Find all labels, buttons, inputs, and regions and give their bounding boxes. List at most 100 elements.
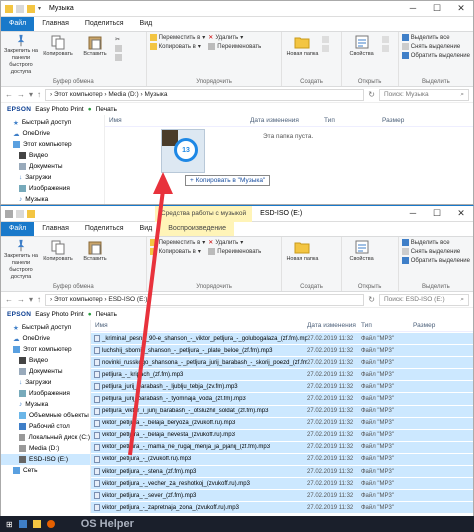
up-arrow-icon[interactable]: ↑	[37, 90, 41, 99]
search-input[interactable]: Поиск: Музыка ⌕	[379, 88, 469, 101]
copy-path-button[interactable]	[115, 45, 122, 52]
nav-onedrive[interactable]: ☁ OneDrive	[1, 128, 104, 139]
nav-pictures[interactable]: Изображения	[1, 183, 104, 194]
file-row[interactable]: viktor_petljura_-_belaja_beryoza_(zvukof…	[91, 416, 473, 429]
delete-button[interactable]: ✕ Удалить ▾	[208, 34, 261, 42]
forward-arrow-icon[interactable]: →	[17, 90, 25, 99]
tab-view[interactable]: Вид	[132, 222, 161, 236]
nav-quick-access[interactable]: ★ Быстрый доступ	[1, 322, 90, 333]
paste-button[interactable]: Вставить	[78, 34, 112, 76]
move-to-button[interactable]: Переместить в ▾	[149, 34, 205, 41]
maximize-button[interactable]: ☐	[425, 3, 449, 14]
rename-button[interactable]: Переименовать	[208, 248, 261, 255]
nav-documents[interactable]: Документы	[1, 161, 104, 172]
file-row[interactable]: petljura_jurij_barabash_-_ljublju_tebja_…	[91, 380, 473, 393]
taskbar-edge-icon[interactable]	[18, 520, 27, 528]
taskbar-firefox-icon[interactable]	[46, 520, 55, 528]
copy-button[interactable]: Копировать	[41, 34, 75, 76]
file-row[interactable]: _kriminal_pesne_90-e_shanson_-_viktor_pe…	[91, 332, 473, 345]
print-button[interactable]: Печать	[96, 106, 117, 113]
copy-to-button[interactable]: Копировать в ▾	[149, 43, 206, 50]
refresh-icon[interactable]: ↻	[368, 90, 375, 99]
tab-file[interactable]: Файл	[1, 222, 35, 236]
nav-quick-access[interactable]: ★ Быстрый доступ	[1, 117, 104, 128]
address-bar[interactable]: › Этот компьютер › ESD-ISO (E:)	[45, 293, 365, 306]
recent-chevron-icon[interactable]: ▾	[29, 90, 33, 99]
title-bar[interactable]: Средства работы с музыкой ESD-ISO (E:) ─…	[1, 206, 473, 222]
new-folder-button[interactable]: Новая папка	[285, 34, 319, 76]
file-row[interactable]: viktor_petljura_-_(zvukoff.ru).mp3 27.02.…	[91, 452, 473, 466]
close-button[interactable]: ✕	[449, 208, 473, 219]
edit-button[interactable]	[381, 45, 389, 52]
new-folder-button[interactable]: Новая папка	[285, 239, 319, 281]
close-button[interactable]: ✕	[449, 3, 473, 14]
new-item-button[interactable]	[322, 36, 330, 43]
title-bar[interactable]: ▾ Музыка ─ ☐ ✕	[1, 1, 473, 17]
easy-access-button[interactable]	[322, 45, 330, 52]
copy-button[interactable]: Копировать	[41, 239, 75, 281]
nav-drive-c[interactable]: Локальный диск (C:)	[1, 432, 90, 443]
delete-button[interactable]: ✕ Удалить ▾	[208, 239, 261, 247]
col-name[interactable]: Имя	[105, 117, 250, 124]
recent-chevron-icon[interactable]: ▾	[29, 295, 33, 304]
taskbar-explorer-icon[interactable]	[32, 520, 41, 528]
col-size[interactable]: Размер	[413, 322, 435, 329]
back-arrow-icon[interactable]: ←	[5, 295, 13, 304]
nav-network[interactable]: Сеть	[1, 465, 90, 476]
tab-share[interactable]: Поделиться	[77, 17, 132, 31]
col-date[interactable]: Дата изменения	[307, 322, 361, 329]
tab-home[interactable]: Главная	[34, 222, 77, 236]
maximize-button[interactable]: ☐	[425, 208, 449, 219]
col-type[interactable]: Тип	[324, 117, 382, 124]
minimize-button[interactable]: ─	[401, 3, 425, 14]
col-date[interactable]: Дата изменения	[250, 117, 324, 124]
forward-arrow-icon[interactable]: →	[17, 295, 25, 304]
tab-home[interactable]: Главная	[34, 17, 77, 31]
invert-selection-button[interactable]: Обратить выделение	[401, 257, 470, 264]
open-button[interactable]	[381, 36, 389, 43]
nav-pictures[interactable]: Изображения	[1, 388, 90, 399]
rename-button[interactable]: Переименовать	[208, 43, 261, 50]
select-all-button[interactable]: Выделить все	[401, 239, 470, 246]
file-row[interactable]: viktor_petljura_-_belaja_nevesta_(zvukof…	[91, 428, 473, 441]
file-row[interactable]: viktor_petljura_-_zapretnaja_zona_(zvuko…	[91, 501, 473, 514]
new-folder-icon[interactable]	[27, 4, 35, 13]
nav-this-pc[interactable]: Этот компьютер	[1, 139, 104, 150]
nav-downloads[interactable]: ↓ Загрузки	[1, 172, 104, 183]
properties-button[interactable]: Свойства	[345, 34, 379, 76]
search-input[interactable]: Поиск: ESD-ISO (E:) ⌕	[379, 293, 469, 306]
file-row[interactable]: petljura_-_kripach_(zf.fm).mp3 27.02.2019…	[91, 368, 473, 381]
nav-music[interactable]: ♪ Музыка	[1, 399, 90, 410]
file-row[interactable]: viktor_petljura_-_mama_ne_rugaj_menja_ja…	[91, 440, 473, 453]
move-to-button[interactable]: Переместить в ▾	[149, 239, 205, 246]
pin-button[interactable]: Закрепить на панели быстрого доступа	[4, 34, 38, 76]
nav-drive-e[interactable]: ESD-ISO (E:)	[1, 454, 90, 465]
properties-icon[interactable]	[16, 209, 24, 218]
nav-videos[interactable]: Видео	[1, 150, 104, 161]
file-row[interactable]: viktor_petljura_-_stena_(zf.fm).mp3 27.02…	[91, 465, 473, 478]
up-arrow-icon[interactable]: ↑	[37, 295, 41, 304]
tab-playback[interactable]: Воспроизведение	[160, 222, 234, 236]
properties-button[interactable]: Свойства	[345, 239, 379, 281]
properties-icon[interactable]	[16, 4, 24, 13]
invert-selection-button[interactable]: Обратить выделение	[401, 52, 470, 59]
nav-desktop[interactable]: Рабочий стол	[1, 421, 90, 432]
select-all-button[interactable]: Выделить все	[401, 34, 470, 41]
file-row[interactable]: viktor_petljura_-_vecher_za_reshotkoj_(z…	[91, 477, 473, 490]
file-row[interactable]: luchshij_sbornik_shanson_-_petljura_-_pl…	[91, 344, 473, 357]
col-name[interactable]: Имя	[91, 322, 307, 329]
back-arrow-icon[interactable]: ←	[5, 90, 13, 99]
file-row[interactable]: petljura_viktor_i_jurij_barabash_-_otslu…	[91, 404, 473, 417]
nav-music[interactable]: ♪ Музыка	[1, 194, 104, 204]
windows-start-icon[interactable]: ⊞	[6, 520, 13, 529]
nav-onedrive[interactable]: ☁ OneDrive	[1, 333, 90, 344]
copy-to-button[interactable]: Копировать в ▾	[149, 248, 206, 255]
nav-drive-d[interactable]: Media (D:)	[1, 443, 90, 454]
col-type[interactable]: Тип	[361, 322, 413, 329]
paste-button[interactable]: Вставить	[78, 239, 112, 281]
pin-button[interactable]: Закрепить на панели быстрого доступа	[4, 239, 38, 281]
col-size[interactable]: Размер	[382, 117, 404, 124]
nav-3d-objects[interactable]: Объемные объекты	[1, 410, 90, 421]
file-row[interactable]: novinki_russkogo_shansona_-_petljura_jur…	[91, 356, 473, 369]
epson-app-button[interactable]: Easy Photo Print	[35, 311, 83, 318]
